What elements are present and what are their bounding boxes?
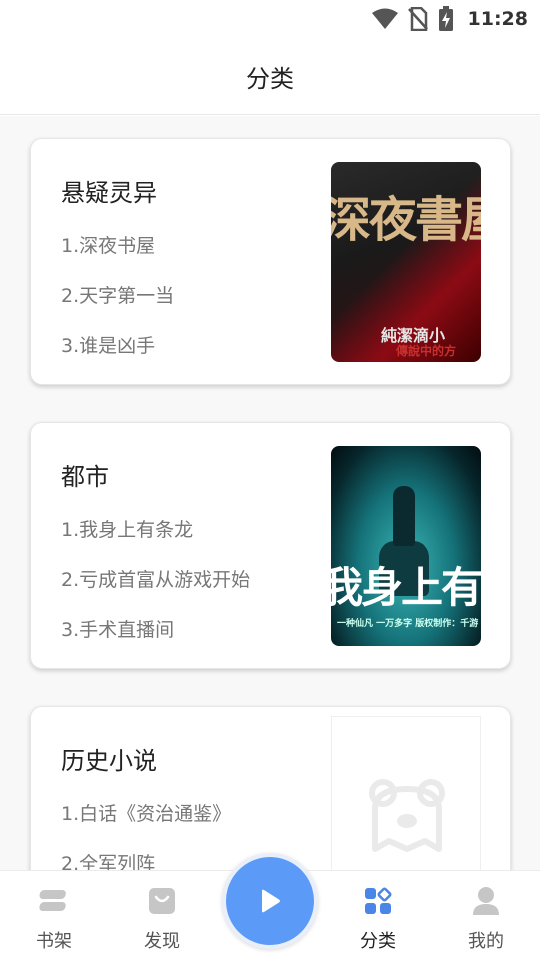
page-title: 分类 [246, 64, 294, 93]
play-button[interactable] [222, 853, 318, 949]
book-item[interactable]: 3.手术直播间 [61, 615, 174, 642]
page-header: 分类 [0, 38, 540, 115]
status-time: 11:28 [467, 8, 528, 30]
category-title: 悬疑灵异 [61, 179, 157, 207]
cover-title-text: 我身上有条龙 [331, 563, 481, 612]
tab-bookshelf[interactable]: 书架 [14, 871, 94, 960]
book-item[interactable]: 1.深夜书屋 [61, 231, 155, 258]
bag-icon [149, 888, 175, 914]
cover-title-text: 深夜書屋 [331, 192, 481, 248]
book-cover-image[interactable]: 深夜書屋 純潔滴小 傳說中的方 [331, 162, 481, 362]
category-card-suspense[interactable]: 悬疑灵异 1.深夜书屋 2.天字第一当 3.谁是凶手 深夜書屋 純潔滴小 傳說中… [30, 138, 511, 385]
status-bar: 11:28 [0, 0, 540, 38]
category-icon [365, 887, 392, 914]
book-item[interactable]: 1.我身上有条龙 [61, 515, 193, 542]
play-icon [262, 889, 280, 913]
tab-label: 书架 [36, 931, 72, 952]
cover-subtitle-text: 傳說中的方 [396, 344, 457, 358]
wifi-icon [371, 8, 398, 29]
book-cover-image[interactable]: 我身上有条龙 一种仙凡 一万多字 版权制作：千游 [331, 446, 481, 646]
tab-label: 分类 [360, 931, 396, 952]
no-sim-icon [407, 7, 428, 31]
category-title: 都市 [61, 463, 109, 491]
book-item[interactable]: 2.亏成首富从游戏开始 [61, 565, 250, 592]
book-item[interactable]: 1.白话《资治通鉴》 [61, 799, 231, 826]
battery-charging-icon [438, 6, 453, 31]
category-title: 历史小说 [61, 747, 157, 775]
book-item[interactable]: 2.天字第一当 [61, 281, 174, 308]
category-card-urban[interactable]: 都市 1.我身上有条龙 2.亏成首富从游戏开始 3.手术直播间 我身上有条龙 一… [30, 422, 511, 669]
profile-icon [473, 887, 499, 915]
cover-author-text: 一种仙凡 一万多字 版权制作：千游 [337, 619, 479, 629]
category-list[interactable]: 悬疑灵异 1.深夜书屋 2.天字第一当 3.谁是凶手 深夜書屋 純潔滴小 傳說中… [0, 116, 540, 870]
book-cover-placeholder[interactable] [331, 716, 481, 870]
tab-profile[interactable]: 我的 [446, 871, 526, 960]
tab-category[interactable]: 分类 [338, 871, 418, 960]
tab-label: 发现 [144, 931, 180, 952]
category-card-history[interactable]: 历史小说 1.白话《资治通鉴》 2.全军列阵 3. [30, 706, 511, 870]
cover-figure-shape [393, 486, 415, 546]
bear-placeholder-icon [369, 779, 445, 852]
tab-discover[interactable]: 发现 [122, 871, 202, 960]
bookshelf-icon [39, 890, 66, 911]
tab-label: 我的 [468, 931, 504, 952]
book-item[interactable]: 2.全军列阵 [61, 849, 155, 870]
book-item[interactable]: 3.谁是凶手 [61, 331, 155, 358]
